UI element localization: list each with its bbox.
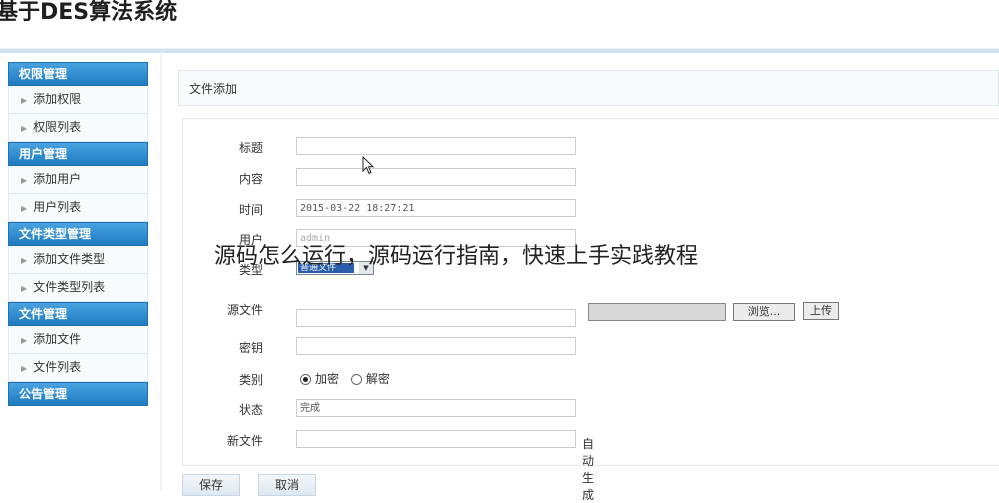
file-add-form: 标题 内容 时间 2015-03-22 18:27:21 用户 admin 类型… bbox=[182, 118, 999, 502]
sidebar-group-title[interactable]: 文件管理 bbox=[8, 302, 148, 326]
breadcrumb-label: 文件添加 bbox=[189, 82, 238, 96]
caret-right-icon: ▶ bbox=[21, 124, 28, 133]
caret-right-icon: ▶ bbox=[21, 176, 28, 185]
time-input[interactable]: 2015-03-22 18:27:21 bbox=[296, 199, 576, 217]
sidebar-item-add-filetype[interactable]: ▶ 添加文件类型 bbox=[8, 246, 148, 274]
watermark-overlay: 源码怎么运行，源码运行指南，快速上手实践教程 bbox=[214, 244, 699, 269]
sidebar-divider bbox=[160, 52, 162, 490]
encrypt-radio[interactable] bbox=[300, 374, 311, 385]
caret-right-icon: ▶ bbox=[21, 336, 28, 345]
sidebar-group-notice: 公告管理 bbox=[8, 382, 148, 406]
title-input[interactable] bbox=[296, 137, 576, 155]
sidebar-item-filetype-list[interactable]: ▶ 文件类型列表 bbox=[8, 274, 148, 302]
sidebar-item-label: 添加用户 bbox=[33, 172, 82, 186]
cancel-button[interactable]: 取消 bbox=[258, 474, 316, 496]
sidebar-item-label: 文件列表 bbox=[33, 360, 82, 374]
sidebar-item-label: 文件类型列表 bbox=[33, 280, 106, 294]
key-input[interactable] bbox=[296, 337, 576, 355]
encrypt-label: 加密 bbox=[315, 372, 340, 386]
sidebar-group-title[interactable]: 用户管理 bbox=[8, 142, 148, 166]
sidebar-group-title[interactable]: 权限管理 bbox=[8, 62, 148, 86]
sidebar-item-label: 用户列表 bbox=[33, 200, 82, 214]
content-label: 内容 bbox=[238, 172, 263, 186]
source-file-input[interactable] bbox=[296, 309, 576, 327]
sidebar-group-filetype: 文件类型管理 ▶ 添加文件类型 ▶ 文件类型列表 bbox=[8, 222, 148, 302]
status-input[interactable]: 完成 bbox=[296, 399, 576, 417]
breadcrumb: 文件添加 bbox=[178, 70, 999, 106]
upload-button[interactable]: 上传 bbox=[803, 302, 839, 320]
sidebar-item-label: 权限列表 bbox=[33, 120, 82, 134]
sidebar-item-user-list[interactable]: ▶ 用户列表 bbox=[8, 194, 148, 222]
key-label: 密钥 bbox=[238, 341, 263, 355]
sidebar-item-add-user[interactable]: ▶ 添加用户 bbox=[8, 166, 148, 194]
sidebar-item-label: 添加文件类型 bbox=[33, 252, 106, 266]
sidebar-item-add-permission[interactable]: ▶ 添加权限 bbox=[8, 86, 148, 114]
sidebar-item-label: 添加文件 bbox=[33, 332, 82, 346]
sidebar-group-file: 文件管理 ▶ 添加文件 ▶ 文件列表 bbox=[8, 302, 148, 382]
new-file-label: 新文件 bbox=[226, 434, 263, 448]
caret-right-icon: ▶ bbox=[21, 256, 28, 265]
caret-right-icon: ▶ bbox=[21, 96, 28, 105]
source-file-label: 源文件 bbox=[226, 303, 263, 317]
category-label: 类别 bbox=[238, 373, 263, 387]
sidebar-item-label: 添加权限 bbox=[33, 92, 82, 106]
app-title: 基于DES算法系统 bbox=[0, 0, 178, 25]
status-label: 状态 bbox=[238, 403, 263, 417]
caret-right-icon: ▶ bbox=[21, 364, 28, 373]
decrypt-label: 解密 bbox=[365, 372, 390, 386]
save-button[interactable]: 保存 bbox=[182, 474, 240, 496]
new-file-input[interactable] bbox=[296, 430, 576, 448]
header-divider bbox=[0, 48, 999, 53]
decrypt-radio[interactable] bbox=[350, 374, 362, 385]
sidebar-group-permission: 权限管理 ▶ 添加权限 ▶ 权限列表 bbox=[8, 62, 148, 142]
browse-button[interactable]: 浏览... bbox=[733, 303, 795, 321]
sidebar-item-add-file[interactable]: ▶ 添加文件 bbox=[8, 326, 148, 354]
sidebar-item-file-list[interactable]: ▶ 文件列表 bbox=[8, 354, 148, 382]
content-input[interactable] bbox=[296, 168, 576, 186]
caret-right-icon: ▶ bbox=[21, 284, 28, 293]
time-label: 时间 bbox=[238, 203, 263, 217]
auto-generate-hint: 自动生成 bbox=[582, 437, 595, 502]
sidebar-group-title[interactable]: 公告管理 bbox=[8, 382, 148, 406]
caret-right-icon: ▶ bbox=[21, 204, 28, 213]
file-path-field[interactable] bbox=[588, 303, 726, 321]
sidebar-group-title[interactable]: 文件类型管理 bbox=[8, 222, 148, 246]
mouse-cursor-icon bbox=[362, 156, 375, 175]
category-radio-group: 加密 解密 bbox=[300, 370, 390, 387]
sidebar: 权限管理 ▶ 添加权限 ▶ 权限列表 用户管理 ▶ 添加用户 ▶ 用户列表 文件类型管理… bbox=[8, 62, 148, 406]
sidebar-item-permission-list[interactable]: ▶ 权限列表 bbox=[8, 114, 148, 142]
title-label: 标题 bbox=[238, 141, 263, 155]
sidebar-group-user: 用户管理 ▶ 添加用户 ▶ 用户列表 bbox=[8, 142, 148, 222]
